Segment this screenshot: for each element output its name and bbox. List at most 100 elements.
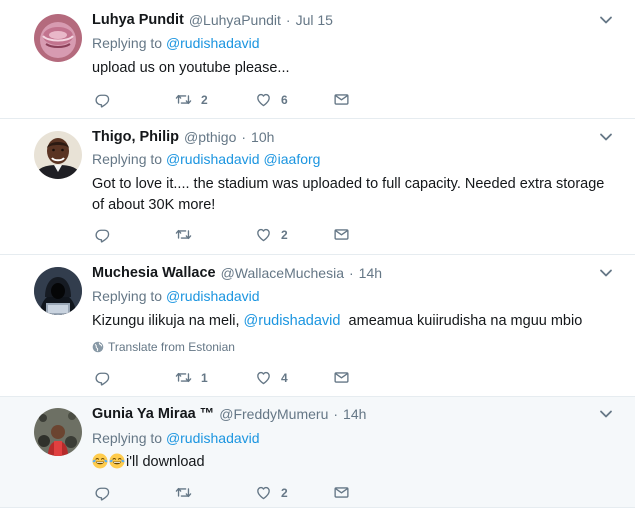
like-count: 6 xyxy=(281,92,288,107)
tweet-actions: 1 4 xyxy=(92,369,362,389)
replying-to-label: Replying to xyxy=(92,430,163,446)
tweet-text-part: ameamua kuiirudisha na mguu mbio xyxy=(348,313,583,329)
username[interactable]: @WallaceMuchesia xyxy=(221,265,344,281)
heart-icon xyxy=(255,484,272,501)
tweet-text: Kizungu ilikuja na meli, @rudishadavid a… xyxy=(92,311,619,332)
retweet-button[interactable]: 1 xyxy=(175,369,208,386)
chevron-down-icon[interactable] xyxy=(599,130,613,144)
display-name[interactable]: Luhya Pundit xyxy=(92,12,184,28)
reply-button[interactable] xyxy=(94,369,111,386)
envelope-icon xyxy=(333,226,350,243)
retweet-icon xyxy=(175,484,192,501)
tweet-actions: 2 6 xyxy=(92,91,362,111)
tweet-actions: 2 xyxy=(92,226,362,246)
heart-icon xyxy=(255,91,272,108)
globe-icon xyxy=(92,341,104,353)
replying-to-label: Replying to xyxy=(92,151,163,167)
replying-to-label: Replying to xyxy=(92,35,163,51)
mention-link[interactable]: @iaaforg xyxy=(263,151,320,167)
reply-icon xyxy=(94,484,111,501)
like-count: 2 xyxy=(281,485,288,500)
tweet-text: Got to love it.... the stadium was uploa… xyxy=(92,176,605,213)
tweet-luhya-pundit[interactable]: Luhya Pundit @LuhyaPundit · Jul 15 Reply… xyxy=(0,0,635,119)
display-name[interactable]: Thigo, Philip xyxy=(92,129,179,145)
tweet-header: Luhya Pundit @LuhyaPundit · Jul 15 xyxy=(92,10,635,30)
tweet-muchesia-wallace[interactable]: Muchesia Wallace @WallaceMuchesia · 14h … xyxy=(0,255,635,397)
replying-to: Replying to @rudishadavid xyxy=(92,430,260,446)
mention-link[interactable]: @rudishadavid xyxy=(166,430,260,446)
username[interactable]: @FreddyMumeru xyxy=(219,406,328,422)
retweet-count: 2 xyxy=(201,92,208,107)
tweet-gunia-ya-miraa[interactable]: Gunia Ya Miraa ™ @FreddyMumeru · 14h Rep… xyxy=(0,397,635,508)
face-with-tears-of-joy-icon xyxy=(109,453,125,469)
retweet-icon xyxy=(175,91,192,108)
retweet-button[interactable] xyxy=(175,484,201,501)
reply-icon xyxy=(94,369,111,386)
like-button[interactable]: 2 xyxy=(255,226,288,243)
reply-button[interactable] xyxy=(94,484,111,501)
replying-to: Replying to @rudishadavid xyxy=(92,35,260,51)
replying-to: Replying to @rudishadavid xyxy=(92,288,260,304)
display-name[interactable]: Muchesia Wallace xyxy=(92,265,216,281)
timestamp[interactable]: 14h xyxy=(359,265,382,281)
retweet-button[interactable]: 2 xyxy=(175,91,208,108)
mention-link[interactable]: @rudishadavid xyxy=(244,313,341,329)
display-name[interactable]: Gunia Ya Miraa ™ xyxy=(92,406,214,422)
like-button[interactable]: 2 xyxy=(255,484,288,501)
translate-link[interactable]: Translate from Estonian xyxy=(92,340,235,354)
mention-link[interactable]: @rudishadavid xyxy=(166,288,260,304)
like-button[interactable]: 4 xyxy=(255,369,288,386)
direct-message-button[interactable] xyxy=(333,369,350,386)
translate-label: Translate from Estonian xyxy=(108,340,235,354)
separator: · xyxy=(348,265,354,281)
tweet-thigo-philip[interactable]: Thigo, Philip @pthigo · 10h Replying to … xyxy=(0,119,635,255)
avatar[interactable] xyxy=(34,14,82,62)
mention-link[interactable]: @rudishadavid xyxy=(166,35,260,51)
reply-button[interactable] xyxy=(94,226,111,243)
separator: · xyxy=(285,12,291,28)
chevron-down-icon[interactable] xyxy=(599,407,613,421)
retweet-icon xyxy=(175,226,192,243)
username[interactable]: @pthigo xyxy=(184,129,236,145)
retweet-count: 1 xyxy=(201,370,208,385)
separator: · xyxy=(241,129,247,145)
chevron-down-icon[interactable] xyxy=(599,266,613,280)
mention-link[interactable]: @rudishadavid xyxy=(166,151,260,167)
tweet-text-part: i'll download xyxy=(126,454,205,470)
tweet-text-part: Kizungu ilikuja na meli, xyxy=(92,313,240,329)
heart-icon xyxy=(255,369,272,386)
avatar[interactable] xyxy=(34,131,82,179)
chevron-down-icon[interactable] xyxy=(599,13,613,27)
direct-message-button[interactable] xyxy=(333,484,350,501)
envelope-icon xyxy=(333,91,350,108)
retweet-button[interactable] xyxy=(175,226,201,243)
retweet-icon xyxy=(175,369,192,386)
like-button[interactable]: 6 xyxy=(255,91,288,108)
envelope-icon xyxy=(333,369,350,386)
separator: · xyxy=(333,406,339,422)
tweet-header: Muchesia Wallace @WallaceMuchesia · 14h xyxy=(92,263,635,283)
direct-message-button[interactable] xyxy=(333,226,350,243)
heart-icon xyxy=(255,226,272,243)
username[interactable]: @LuhyaPundit xyxy=(189,12,281,28)
like-count: 4 xyxy=(281,370,288,385)
like-count: 2 xyxy=(281,227,288,242)
avatar[interactable] xyxy=(34,267,82,315)
avatar[interactable] xyxy=(34,408,82,456)
reply-icon xyxy=(94,226,111,243)
direct-message-button[interactable] xyxy=(333,91,350,108)
tweet-text: upload us on youtube please... xyxy=(92,60,290,76)
timestamp[interactable]: 14h xyxy=(343,406,366,422)
face-with-tears-of-joy-icon xyxy=(92,453,108,469)
timestamp[interactable]: 10h xyxy=(251,129,274,145)
tweet-actions: 2 xyxy=(92,484,362,504)
replying-to: Replying to @rudishadavid @iaaforg xyxy=(92,151,320,167)
reply-icon xyxy=(94,91,111,108)
timestamp[interactable]: Jul 15 xyxy=(296,12,333,28)
envelope-icon xyxy=(333,484,350,501)
replying-to-label: Replying to xyxy=(92,288,163,304)
replies-timeline: Luhya Pundit @LuhyaPundit · Jul 15 Reply… xyxy=(0,0,635,508)
reply-button[interactable] xyxy=(94,91,111,108)
tweet-header: Thigo, Philip @pthigo · 10h xyxy=(92,127,635,147)
tweet-header: Gunia Ya Miraa ™ @FreddyMumeru · 14h xyxy=(92,404,635,424)
